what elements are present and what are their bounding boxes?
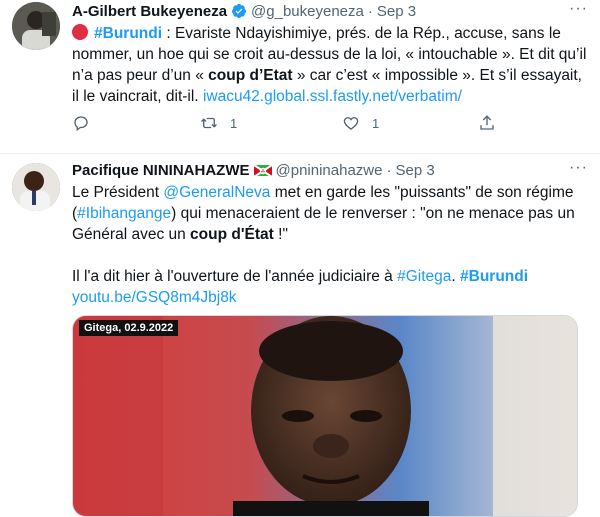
- hashtag-gitega[interactable]: #Gitega: [397, 268, 451, 285]
- verified-badge-icon: [232, 4, 247, 18]
- tweet-text-part: Le Président: [72, 184, 164, 201]
- hashtag-burundi[interactable]: #Burundi: [94, 25, 162, 42]
- tweet-text-part: !": [273, 226, 288, 243]
- author-handle[interactable]: @pnininahazwe: [276, 162, 383, 179]
- heart-icon: [343, 117, 359, 130]
- mention-generalneva[interactable]: @GeneralNeva: [163, 184, 270, 201]
- tweet-media-image[interactable]: Gitega, 02.9.2022: [72, 315, 578, 517]
- retweet-icon: [201, 117, 217, 129]
- tweet-actions: 1 1: [72, 114, 502, 136]
- tweet-date[interactable]: Sep 3: [377, 3, 416, 20]
- avatar[interactable]: [12, 2, 60, 50]
- avatar-image: [12, 163, 60, 211]
- hashtag-burundi[interactable]: #Burundi: [460, 268, 528, 285]
- share-button[interactable]: [478, 114, 496, 132]
- avatar[interactable]: [12, 163, 60, 211]
- burundi-flag-icon: [253, 164, 272, 176]
- share-icon: [480, 115, 494, 130]
- tweet-link[interactable]: youtu.be/GSQ8m4Jbj8k: [72, 289, 237, 306]
- tweet-bold-text: coup d'État: [190, 226, 274, 243]
- more-options-icon[interactable]: ···: [569, 159, 588, 177]
- retweet-count: 1: [230, 115, 238, 131]
- tweet-2[interactable]: Pacifique NININAHAZWE @pnininahazwe · Se…: [0, 154, 600, 517]
- tweet-text: Le Président @GeneralNeva met en garde l…: [72, 182, 588, 308]
- author-handle[interactable]: @g_bukeyeneza: [251, 3, 364, 20]
- author-name[interactable]: A-Gilbert Bukeyeneza: [72, 3, 227, 20]
- media-caption: Gitega, 02.9.2022: [79, 320, 179, 336]
- tweet-link[interactable]: iwacu42.global.ssl.fastly.net/verbatim/: [203, 88, 462, 105]
- tweet-text: #Burundi : Evariste Ndayishimiye, prés. …: [72, 23, 588, 107]
- author-name[interactable]: Pacifique NININAHAZWE: [72, 162, 250, 179]
- tweet-bold-text: coup d’Etat: [208, 67, 293, 84]
- like-count: 1: [372, 115, 380, 131]
- tweet-text-part: Il l'a dit hier à l'ouverture de l'année…: [72, 268, 398, 285]
- reply-icon: [74, 116, 88, 132]
- reply-button[interactable]: [72, 114, 90, 132]
- avatar-image: [12, 2, 60, 50]
- red-circle-icon: [72, 24, 88, 40]
- media-photo: [73, 316, 577, 516]
- tweet-1[interactable]: A-Gilbert Bukeyeneza @g_bukeyeneza · Sep…: [0, 0, 600, 154]
- hashtag-ibihangange[interactable]: #Ibihangange: [77, 205, 171, 222]
- more-options-icon[interactable]: ···: [569, 0, 588, 18]
- like-button[interactable]: 1: [342, 114, 379, 132]
- tweet-text-part: .: [451, 268, 461, 285]
- retweet-button[interactable]: 1: [200, 114, 237, 132]
- separator-dot: ·: [386, 161, 392, 179]
- separator-dot: ·: [367, 2, 373, 20]
- tweet-date[interactable]: Sep 3: [395, 162, 434, 179]
